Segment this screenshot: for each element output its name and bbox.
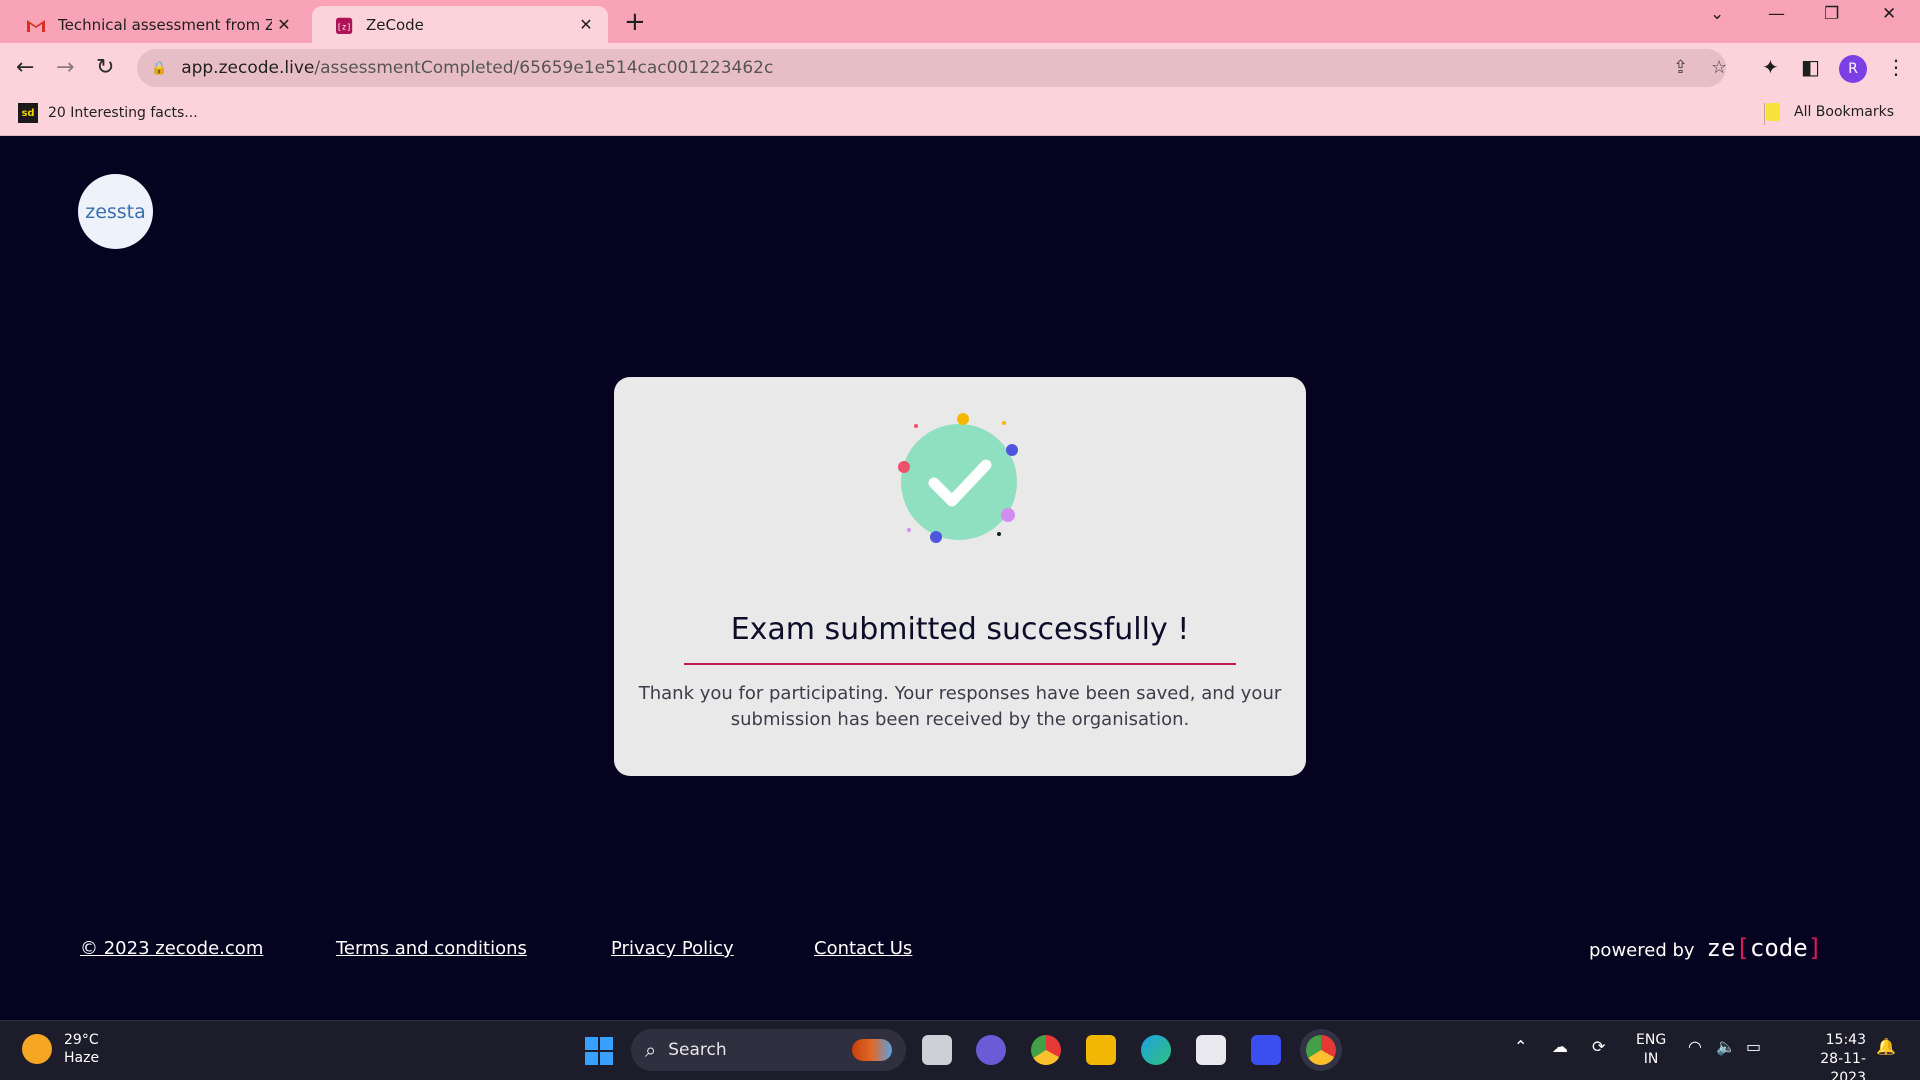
menu-kebab-icon[interactable]: ⋮ xyxy=(1886,55,1906,79)
back-icon[interactable]: ← xyxy=(16,55,34,80)
app-icon[interactable] xyxy=(1251,1035,1281,1065)
contact-us-link[interactable]: Contact Us xyxy=(814,938,912,959)
zessta-logo[interactable]: zessta xyxy=(78,174,153,249)
forward-icon[interactable]: → xyxy=(56,55,74,80)
privacy-policy-link[interactable]: Privacy Policy xyxy=(611,938,734,959)
battery-icon[interactable]: ▭ xyxy=(1746,1037,1761,1056)
success-title: Exam submitted successfully ! xyxy=(730,612,1190,647)
success-card: Exam submitted successfully ! Thank you … xyxy=(614,377,1306,776)
all-bookmarks[interactable]: All Bookmarks xyxy=(1766,103,1894,121)
extensions-icon[interactable]: ✦ xyxy=(1762,55,1779,79)
success-message: Thank you for participating. Your respon… xyxy=(638,683,1282,730)
task-view-icon[interactable] xyxy=(922,1035,952,1065)
store-icon[interactable] xyxy=(1196,1035,1226,1065)
lock-icon[interactable]: 🔒 xyxy=(151,61,167,76)
profile-avatar[interactable]: R xyxy=(1839,55,1867,83)
url-text[interactable]: app.zecode.live/assessmentCompleted/6565… xyxy=(181,58,773,78)
powered-by-zecode: powered by ze[code] xyxy=(1589,934,1823,962)
svg-text:[z]: [z] xyxy=(337,21,352,31)
clock[interactable]: 15:43 28-11-2023 xyxy=(1786,1031,1866,1080)
file-explorer-icon[interactable] xyxy=(1086,1035,1116,1065)
bookmark-item[interactable]: sd 20 Interesting facts... xyxy=(18,103,198,123)
search-highlight-icon xyxy=(852,1039,892,1061)
language-indicator[interactable]: ENG IN xyxy=(1636,1031,1666,1069)
address-bar: ← → ↻ 🔒 app.zecode.live/assessmentComple… xyxy=(0,43,1920,93)
reload-icon[interactable]: ↻ xyxy=(96,55,114,80)
zecode-brand-logo: ze[code] xyxy=(1706,934,1823,962)
tab-search-chevron-icon[interactable]: ⌄ xyxy=(1710,4,1724,24)
bookmark-star-icon[interactable]: ☆ xyxy=(1711,57,1727,78)
chrome-icon[interactable] xyxy=(1031,1035,1061,1065)
copyright-link[interactable]: © 2023 zecode.com xyxy=(80,938,263,959)
wifi-icon[interactable]: ◠ xyxy=(1688,1037,1702,1056)
title-divider xyxy=(684,663,1236,665)
sd-favicon-icon: sd xyxy=(18,103,38,123)
close-tab-icon[interactable]: ✕ xyxy=(272,15,296,34)
windows-taskbar: 29°C Haze ⌕ Search ⌃ ☁ ⟳ ENG IN ◠ 🔈 ▭ 15… xyxy=(0,1020,1920,1080)
notification-bell-icon[interactable]: 🔔 xyxy=(1876,1037,1896,1056)
taskbar-search[interactable]: ⌕ Search xyxy=(631,1029,906,1071)
share-icon[interactable]: ⇪ xyxy=(1673,57,1688,78)
terms-link[interactable]: Terms and conditions xyxy=(336,938,527,959)
tab-gmail[interactable]: Technical assessment from Zessta ✕ xyxy=(16,6,306,43)
weather-haze-icon xyxy=(22,1034,52,1064)
folder-icon xyxy=(1766,103,1780,121)
chrome-active-icon[interactable] xyxy=(1306,1035,1336,1065)
omnibox[interactable]: 🔒 app.zecode.live/assessmentCompleted/65… xyxy=(137,49,1727,87)
weather-widget[interactable]: 29°C Haze xyxy=(22,1031,99,1067)
onedrive-icon[interactable]: ☁ xyxy=(1552,1037,1568,1056)
sync-icon[interactable]: ⟳ xyxy=(1592,1037,1605,1056)
success-check-icon xyxy=(898,413,1018,543)
tab-label: Technical assessment from Zessta xyxy=(58,15,272,34)
search-icon: ⌕ xyxy=(645,1038,657,1062)
page-content: zessta Exam submitted successfully ! Tha… xyxy=(0,136,1920,1020)
side-panel-icon[interactable]: ◧ xyxy=(1801,55,1820,79)
minimize-icon[interactable]: — xyxy=(1768,4,1785,24)
tab-zecode[interactable]: [z] ZeCode ✕ xyxy=(312,6,608,43)
teams-chat-icon[interactable] xyxy=(976,1035,1006,1065)
bookmark-separator xyxy=(1764,103,1765,125)
tab-label: ZeCode xyxy=(366,15,424,34)
tray-chevron-icon[interactable]: ⌃ xyxy=(1514,1037,1527,1056)
zecode-favicon-icon: [z] xyxy=(336,17,353,34)
edge-icon[interactable] xyxy=(1141,1035,1171,1065)
close-window-icon[interactable]: ✕ xyxy=(1882,4,1896,24)
start-button-icon[interactable] xyxy=(585,1037,613,1065)
volume-icon[interactable]: 🔈 xyxy=(1716,1037,1736,1056)
footer: © 2023 zecode.com Terms and conditions P… xyxy=(0,932,1920,972)
gmail-icon xyxy=(27,19,45,32)
new-tab-icon[interactable]: + xyxy=(624,7,646,37)
bookmarks-bar: sd 20 Interesting facts... All Bookmarks xyxy=(0,93,1920,136)
tab-bar: Technical assessment from Zessta ✕ [z] Z… xyxy=(0,0,1920,43)
restore-icon[interactable]: ❐ xyxy=(1824,4,1839,24)
close-tab-icon[interactable]: ✕ xyxy=(574,15,598,34)
